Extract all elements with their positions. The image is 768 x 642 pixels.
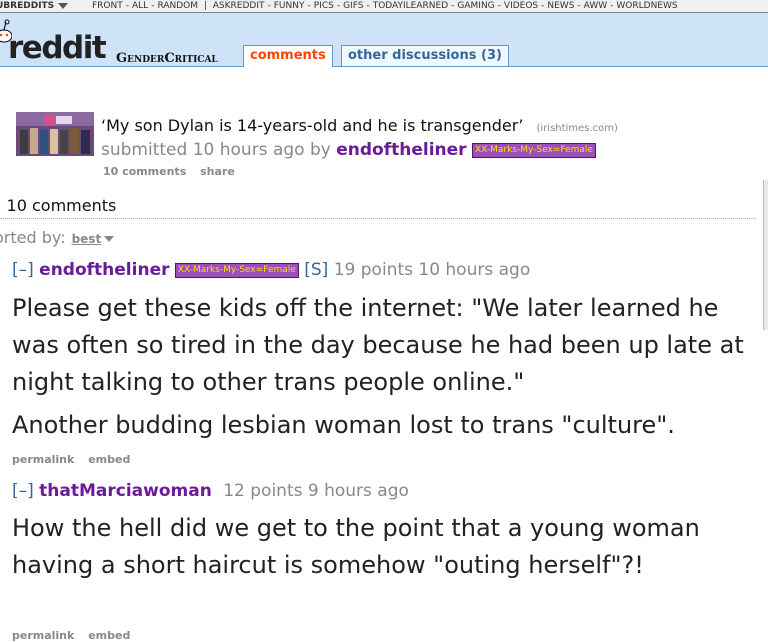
- permalink-link[interactable]: permalink: [12, 453, 74, 466]
- sr-link-gifs[interactable]: GIFS: [343, 1, 363, 11]
- post-thumbnail[interactable]: [16, 112, 94, 156]
- comment-points: 12 points: [223, 481, 303, 501]
- permalink-link[interactable]: permalink: [12, 629, 74, 642]
- comments-link[interactable]: 10 comments: [103, 165, 186, 178]
- post-author-link[interactable]: endoftheliner: [336, 140, 466, 160]
- sr-link-random[interactable]: RANDOM: [157, 1, 198, 11]
- post-tagline: submitted 10 hours ago by endoftheliner …: [101, 140, 596, 160]
- sr-link-gaming[interactable]: GAMING: [457, 1, 494, 11]
- my-subreddits-dropdown[interactable]: UBREDDITS: [0, 0, 69, 12]
- sr-link-funny[interactable]: FUNNY: [274, 1, 305, 11]
- comment-author-link[interactable]: thatMarciawoman: [39, 481, 212, 501]
- sort-chevron-down-icon[interactable]: [104, 235, 115, 242]
- thumbnail-image: [16, 112, 94, 156]
- subreddit-links: FRONT - ALL - RANDOM | ASKREDDIT - FUNNY - PICS -…: [92, 1, 678, 11]
- comment-area-divider: [0, 218, 756, 219]
- dropdown-arrow-icon: [58, 2, 69, 9]
- submitted-label: submitted: [101, 140, 188, 160]
- comment-buttons: permalink embed: [12, 453, 140, 466]
- subreddit-name[interactable]: GenderCritical: [116, 51, 218, 66]
- sr-link-worldnews[interactable]: WORLDNEWS: [616, 1, 677, 11]
- submitter-tag[interactable]: [S]: [304, 260, 328, 280]
- tab-other-discussions[interactable]: other discussions (3): [341, 45, 509, 66]
- comment-time: 9 hours ago: [307, 481, 409, 501]
- comment-time: 10 hours ago: [418, 260, 531, 280]
- sr-link-todayilearned[interactable]: TODAYILEARNED: [373, 1, 448, 11]
- collapse-toggle[interactable]: [–]: [12, 260, 34, 280]
- sr-link-all[interactable]: ALL: [132, 1, 148, 11]
- comment-buttons: permalink embed: [12, 629, 140, 642]
- embed-link[interactable]: embed: [88, 629, 130, 642]
- comment-paragraph: How the hell did we get to the point tha…: [12, 514, 700, 579]
- reddit-logo[interactable]: reddit: [8, 33, 107, 64]
- sr-link-pics[interactable]: PICS: [314, 1, 334, 11]
- comment-tagline: [–] thatMarciawoman 12 points 9 hours ag…: [12, 481, 409, 501]
- tab-comments[interactable]: comments: [243, 45, 333, 67]
- share-link[interactable]: share: [200, 165, 235, 178]
- by-label: by: [309, 140, 331, 160]
- sort-menu: orted by: best: [0, 228, 115, 247]
- comment-paragraph: Another budding lesbian woman lost to tr…: [12, 411, 675, 439]
- sr-link-aww[interactable]: AWW: [584, 1, 607, 11]
- header: reddit GenderCritical comments other dis…: [0, 13, 768, 67]
- sr-link-front[interactable]: FRONT: [92, 1, 123, 11]
- collapse-toggle[interactable]: [–]: [12, 481, 34, 501]
- comment-author-link[interactable]: endoftheliner: [39, 260, 169, 280]
- comment-tagline: [–] endoftheliner XX-Marks-My-Sex=Female…: [12, 260, 530, 280]
- my-subreddits-label: UBREDDITS: [0, 1, 55, 11]
- subreddit-bar: UBREDDITS FRONT - ALL - RANDOM | ASKREDDIT - F…: [0, 0, 768, 13]
- post-title-link[interactable]: ‘My son Dylan is 14-years-old and he is …: [101, 116, 523, 135]
- post-buttons: 10 comments share: [103, 165, 245, 178]
- post-author-flair: XX-Marks-My-Sex=Female: [471, 142, 596, 158]
- side-panel-edge: [763, 180, 768, 330]
- comment-paragraph: Please get these kids off the internet: …: [12, 294, 744, 396]
- embed-link[interactable]: embed: [88, 453, 130, 466]
- post-title-line: ‘My son Dylan is 14-years-old and he is …: [101, 116, 618, 135]
- post-time: 10 hours ago: [192, 140, 305, 160]
- sr-link-news[interactable]: NEWS: [547, 1, 574, 11]
- sorted-by-label: orted by:: [0, 228, 66, 247]
- sort-dropdown[interactable]: best: [72, 232, 102, 246]
- comment-count: l 10 comments: [0, 196, 117, 215]
- post-domain[interactable]: (irishtimes.com): [537, 123, 618, 134]
- comment-body: Please get these kids off the internet: …: [12, 290, 762, 444]
- sr-link-askreddit[interactable]: ASKREDDIT: [213, 1, 265, 11]
- comment-points: 19 points: [333, 260, 413, 280]
- comment-author-flair: XX-Marks-My-Sex=Female: [174, 262, 299, 278]
- sr-link-videos[interactable]: VIDEOS: [504, 1, 538, 11]
- comment-body: How the hell did we get to the point tha…: [12, 510, 712, 584]
